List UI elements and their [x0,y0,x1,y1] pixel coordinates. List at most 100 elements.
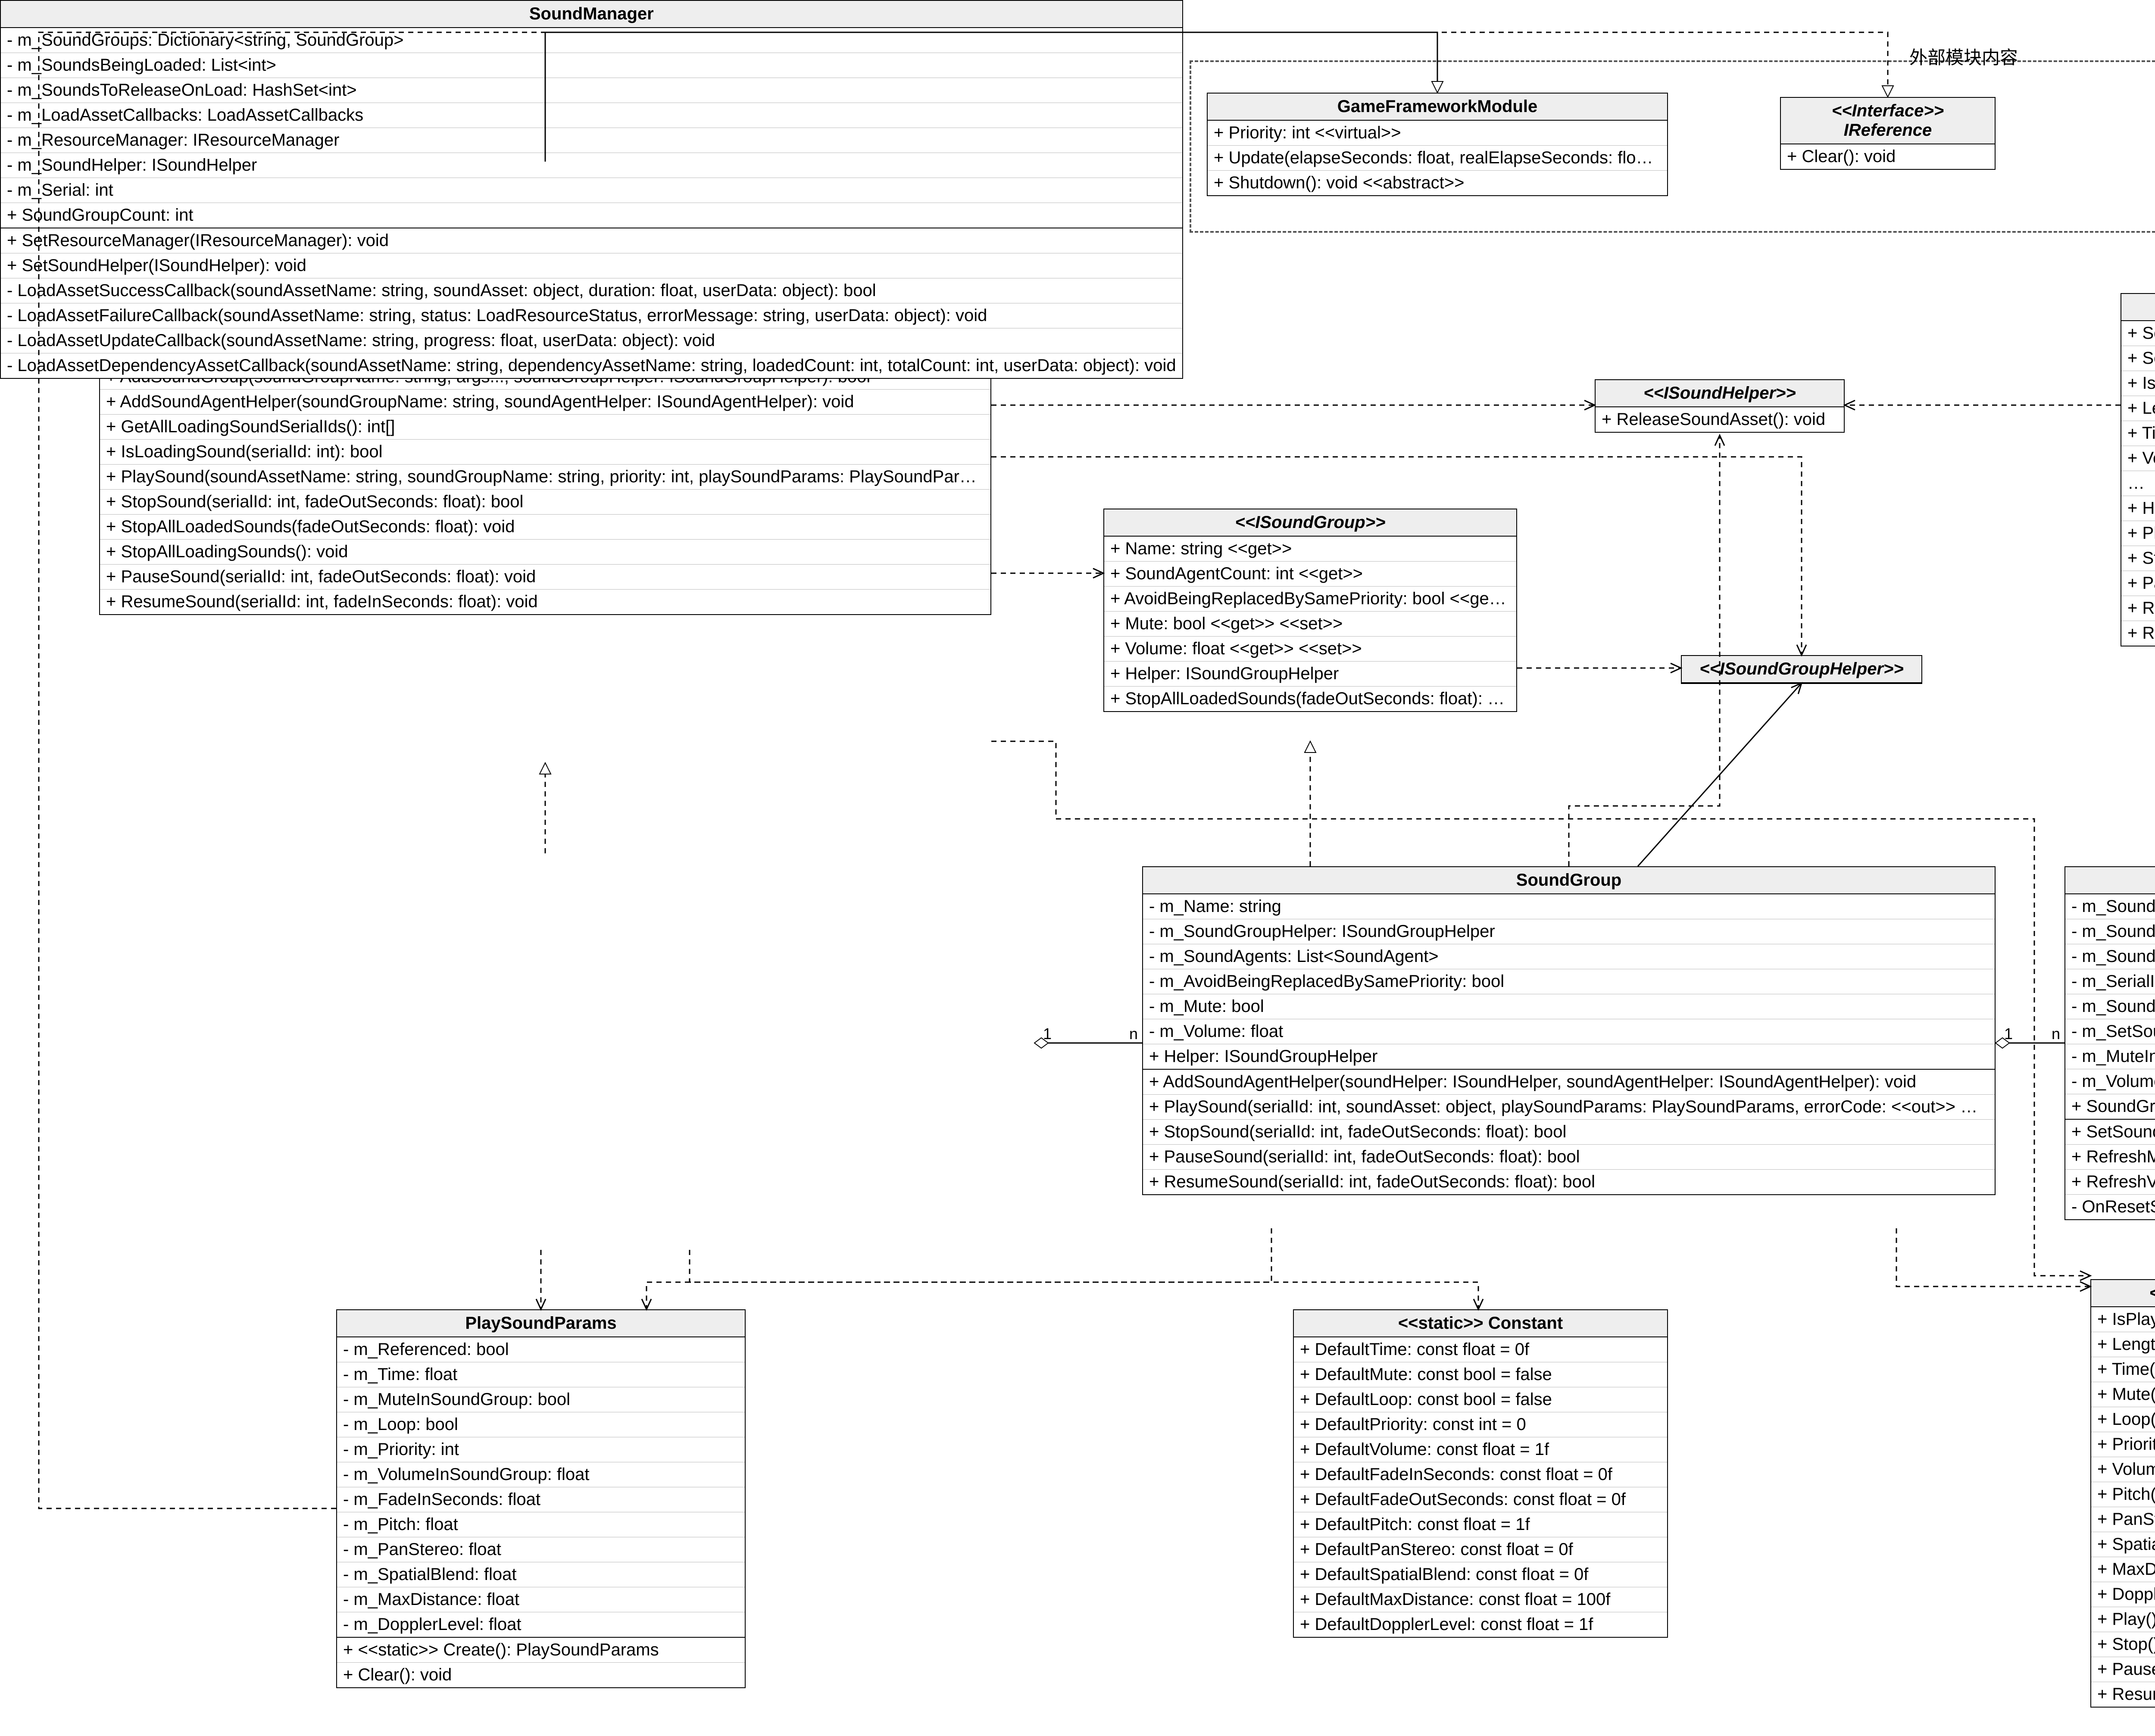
isoundgrouphelper-title: <<ISoundGroupHelper>> [1682,656,1921,683]
member: + SetResourceManager(IResourceManager): … [1,228,1182,253]
soundagent-class: SoundAgent - m_SoundGroup: SoundGroup - … [2064,866,2155,1220]
member: + RefreshMute(): void [2065,1144,2155,1169]
isoundgrouphelper-interface: <<ISoundGroupHelper>> [1681,655,1922,684]
soundgroup-fields: - m_Name: string - m_SoundGroupHelper: I… [1143,894,1995,1070]
member: + AddSoundAgentHelper(soundGroupName: st… [100,389,990,414]
member: - m_MuteInSoundGroup: bool [337,1387,745,1412]
member: + PauseSound(serialId: int, fadeOutSecon… [100,564,990,589]
ireference-members: + Clear(): void [1781,144,1995,169]
member: + Reset(): void [2121,621,2155,646]
member: + PlaySound(soundAssetName: string, soun… [100,464,990,489]
member: + DopplerLevel(): float [2091,1582,2155,1607]
member: + SpatialBlend(): float [2091,1532,2155,1557]
isoundagent-title: <<ISoundAgent>> [2121,294,2155,321]
soundmanager-fields: - m_SoundGroups: Dictionary<string, Soun… [1,28,1182,228]
member: + Time(): float [2091,1357,2155,1382]
member: - m_AvoidBeingReplacedBySamePriority: bo… [1143,969,1995,994]
member: + DefaultFadeOutSeconds: const float = 0… [1294,1487,1667,1512]
soundmanager-class: SoundManager - m_SoundGroups: Dictionary… [0,0,1183,379]
member: + Helper: ISoundAgentHelper [2121,496,2155,521]
member: - m_Loop: bool [337,1412,745,1437]
member: + Play(): void [2091,1607,2155,1632]
member: + Volume(): float [2091,1457,2155,1482]
member: + Resume(): void [2091,1682,2155,1707]
member: + Pitch(): float [2091,1482,2155,1507]
member: - m_PanStereo: float [337,1537,745,1562]
member: + Pause(fadeOutSeconds: float): void [2121,571,2155,596]
member: + StopAllLoadedSounds(fadeOutSeconds: fl… [1104,686,1516,711]
member: + SoundGroup: ISoundGroup [2065,1094,2155,1119]
member: + StopAllLoadedSounds(fadeOutSeconds: fl… [100,514,990,539]
gameframeworkmodule-members: + Priority: int <<virtual>> + Update(ela… [1208,121,1667,195]
member: - m_SoundHelper: ISoundHelper [1,153,1182,178]
member: + DefaultMute: const bool = false [1294,1362,1667,1387]
member: - m_SpatialBlend: float [337,1562,745,1587]
soundgroup-uses-isoundhelper [1569,435,1720,866]
member: + SoundGroup: ISoundGroup <<get>> [2121,321,2155,346]
playsoundparams-class: PlaySoundParams - m_Referenced: bool - m… [336,1309,746,1688]
soundgroup-title: SoundGroup [1143,867,1995,894]
member: + DefaultFadeInSeconds: const float = 0f [1294,1462,1667,1487]
member: + Resume(fadeInSeconds: float): void [2121,596,2155,621]
member: + Length(): float [2091,1332,2155,1357]
member: - m_Referenced: bool [337,1337,745,1362]
constant-members: + DefaultTime: const float = 0f + Defaul… [1294,1337,1667,1637]
member: + Helper: ISoundGroupHelper [1143,1044,1995,1069]
member: + ResumeSound(serialId: int, fadeOutSeco… [1143,1169,1995,1194]
member: - m_Name: string [1143,894,1995,919]
member: - m_SoundHelper: ISoundHelper [2065,919,2155,944]
member: + MaxDistance(): float [2091,1557,2155,1582]
member: + PlaySound(serialId: int, soundAsset: o… [1143,1094,1995,1119]
isoundhelper-title: <<ISoundHelper>> [1596,380,1844,407]
playsoundparams-methods: + <<static>> Create(): PlaySoundParams +… [337,1638,745,1687]
member: + SoundAgentCount: int <<get>> [1104,561,1516,586]
member: + StopAllLoadingSounds(): void [100,539,990,564]
member: - m_SoundAgentHelper: ISoundAgentHelper [2065,944,2155,969]
multiplicity-label: n [1129,1025,1138,1043]
member: + StopSound(serialId: int, fadeOutSecond… [1143,1119,1995,1144]
isoundhelper-members: + ReleaseSoundAsset(): void [1596,407,1844,432]
member: - m_DopplerLevel: float [337,1612,745,1637]
soundmanager-uses-constant [690,1250,1478,1309]
isoundagent-members: + SoundGroup: ISoundGroup <<get>> + Seri… [2121,321,2155,646]
member: - LoadAssetDependencyAssetCallback(sound… [1,353,1182,378]
soundgroup-uses-playsoundparams [646,1228,1271,1309]
uml-canvas: 外部模块内容 GameFrameworkModule + Priority: i… [0,0,2155,1736]
member: + Play(fadeInSeconds: float): void [2121,521,2155,546]
member: - m_VolumeInSoundGroup: float [2065,1069,2155,1094]
member: + Time: float <<get>> <<set>> [2121,421,2155,446]
multiplicity-label: n [2052,1025,2060,1043]
member: - m_ResourceManager: IResourceManager [1,128,1182,153]
member: + PanStereo(): float [2091,1507,2155,1532]
member: - m_Serial: int [1,178,1182,203]
soundgroup-class: SoundGroup - m_Name: string - m_SoundGro… [1142,866,1996,1195]
soundgroup-assoc-isoundgrouphelper [1638,683,1802,866]
member: - LoadAssetFailureCallback(soundAssetNam… [1,303,1182,328]
member: + Mute(): bool [2091,1382,2155,1407]
member: + Clear(): void [337,1662,745,1687]
member: + AddSoundAgentHelper(soundHelper: ISoun… [1143,1070,1995,1094]
ireference-interface: <<Interface>> IReference + Clear(): void [1780,97,1996,170]
constant-title: <<static>> Constant [1294,1310,1667,1337]
member: - m_SoundsBeingLoaded: List<int> [1,53,1182,78]
member: + DefaultLoop: const bool = false [1294,1387,1667,1412]
isoundgroup-members: + Name: string <<get>> + SoundAgentCount… [1104,537,1516,711]
member: - m_SerialId: int [2065,969,2155,994]
isoundgroup-title: <<ISoundGroup>> [1104,509,1516,537]
member: + DefaultPanStereo: const float = 0f [1294,1537,1667,1562]
multiplicity-label: 1 [1043,1025,1052,1043]
member: - m_Pitch: float [337,1512,745,1537]
member: - m_SoundAgents: List<SoundAgent> [1143,944,1995,969]
member: + Loop(): bool [2091,1407,2155,1432]
member: + Priority: int <<virtual>> [1208,121,1667,145]
member: - m_Mute: bool [1143,994,1995,1019]
member: - m_MaxDistance: float [337,1587,745,1612]
external-module-label: 外部模块内容 [1909,43,2018,69]
member: - m_FadeInSeconds: float [337,1487,745,1512]
multiplicity-label: 1 [2004,1025,2013,1043]
member: + SerialId: int <<get>> [2121,346,2155,371]
member: + Priority(): int [2091,1432,2155,1457]
member: - m_SoundsToReleaseOnLoad: HashSet<int> [1,78,1182,103]
member: - m_Time: float [337,1362,745,1387]
member: - m_MuteInSoundGroup: bool [2065,1044,2155,1069]
